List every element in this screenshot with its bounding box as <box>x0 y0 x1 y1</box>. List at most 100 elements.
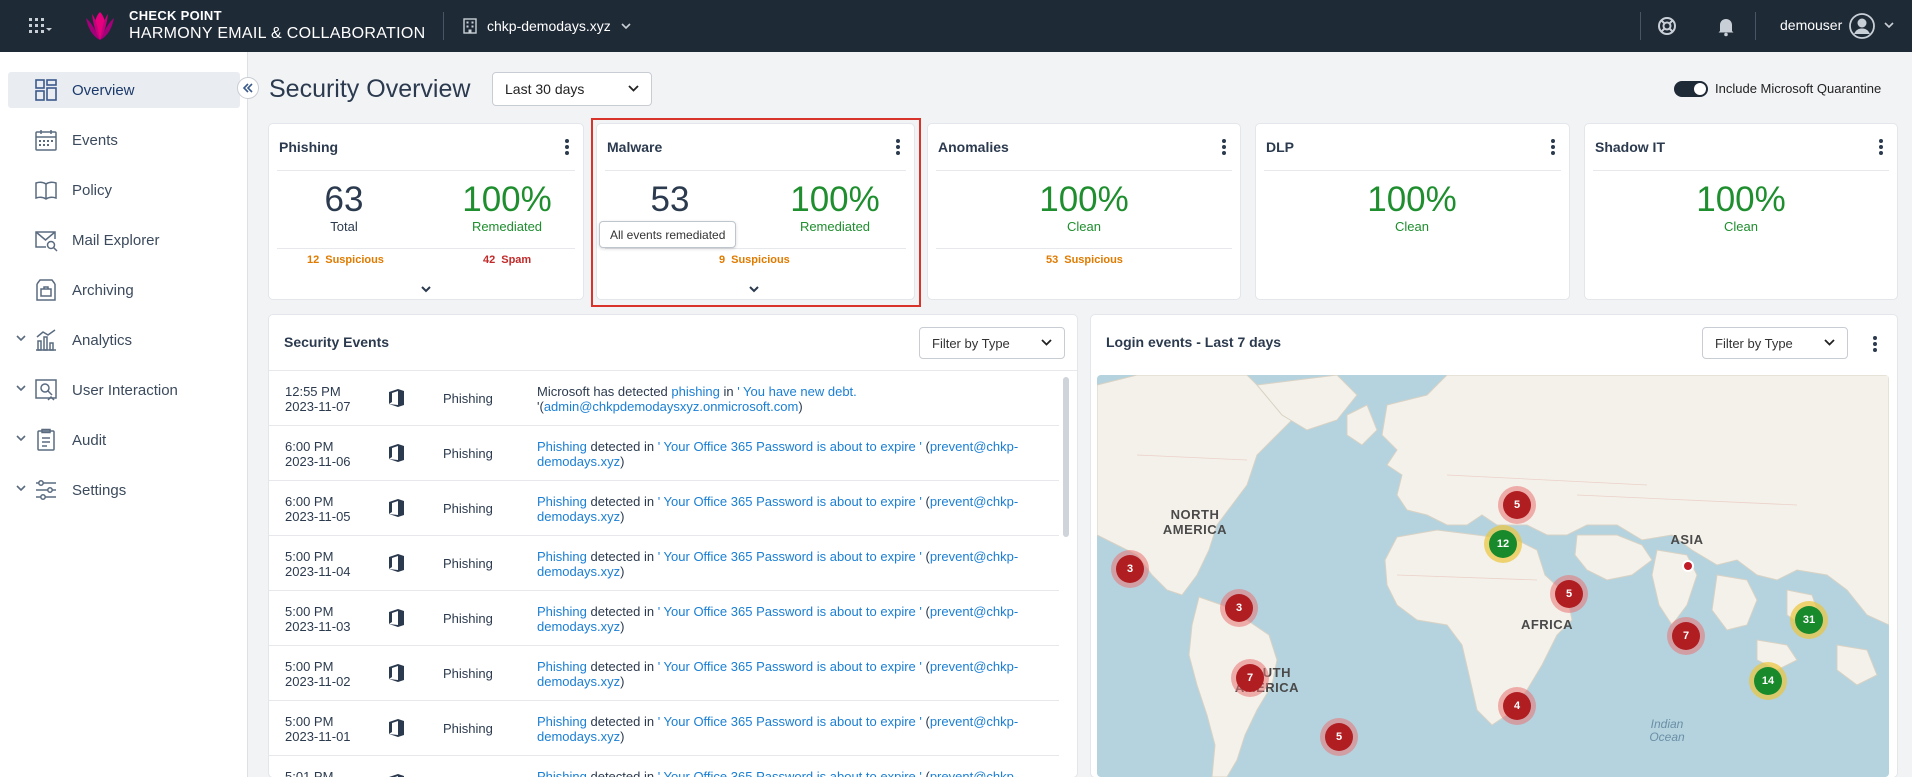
threat-link[interactable]: Phishing <box>537 494 587 509</box>
include-quarantine-toggle[interactable] <box>1674 81 1708 97</box>
event-time-value: 5:00 PM <box>285 659 334 674</box>
login-cluster[interactable]: 3 <box>1220 589 1258 627</box>
threat-link[interactable]: phishing <box>671 384 719 399</box>
desc-text: ( <box>921 494 930 509</box>
email-subject-link[interactable]: ' Your Office 365 Password is about to e… <box>658 714 922 729</box>
divider <box>605 170 906 171</box>
bell-icon[interactable] <box>1714 14 1738 38</box>
desc-text: detected in <box>586 714 658 729</box>
phishing-remediated: 100% <box>462 180 552 219</box>
sidebar-item-policy[interactable]: Policy <box>8 172 240 208</box>
table-row[interactable]: 5:00 PM 2023-11-01 Phishing Phishing detect… <box>269 701 1059 756</box>
login-location-marker[interactable] <box>1682 560 1694 572</box>
login-filter-select[interactable]: Filter by Type <box>1702 327 1848 359</box>
malware-total: 53 <box>650 180 690 219</box>
card-title: Shadow IT <box>1595 139 1665 155</box>
anomalies-suspicious[interactable]: 53 Suspicious <box>1046 254 1123 266</box>
event-time: 6:00 PM 2023-11-05 <box>285 494 351 524</box>
login-cluster[interactable]: 3 <box>1111 550 1149 588</box>
malware-card: Malware 53 100% Remediated 9 Suspicious <box>597 124 914 299</box>
help-lifebuoy-icon[interactable] <box>1655 14 1679 38</box>
world-map[interactable]: NORTHAMERICA SOUTHAMERICA AFRICA ASIA In… <box>1097 375 1889 777</box>
sidebar-item-user-interaction[interactable]: User Interaction <box>8 372 240 408</box>
chevron-down-icon[interactable] <box>1884 22 1894 28</box>
event-description: Phishing detected in ' Your Office 365 P… <box>537 494 1037 524</box>
login-cluster[interactable]: 14 <box>1749 662 1787 700</box>
threat-link[interactable]: Phishing <box>537 714 587 729</box>
email-subject-link[interactable]: ' You have new debt. <box>737 384 857 399</box>
threat-link[interactable]: Phishing <box>537 549 587 564</box>
login-cluster[interactable]: 5 <box>1320 718 1358 756</box>
sidebar-item-analytics[interactable]: Analytics <box>8 322 240 358</box>
threat-link[interactable]: Phishing <box>537 659 587 674</box>
table-row[interactable]: 5:00 PM 2023-11-02 Phishing Phishing detect… <box>269 646 1059 701</box>
table-row[interactable]: 5:01 PM PhishingPhishing detected in ' Yo… <box>269 756 1059 777</box>
event-type: Phishing <box>443 666 493 681</box>
event-time: 6:00 PM 2023-11-06 <box>285 439 351 469</box>
login-cluster[interactable]: 5 <box>1498 486 1536 524</box>
divider <box>277 248 575 249</box>
dlp-card: DLP 100% Clean <box>1256 124 1569 299</box>
shadow-it-card: Shadow IT 100% Clean <box>1585 124 1897 299</box>
more-options-icon[interactable] <box>1877 138 1885 156</box>
login-cluster[interactable]: 4 <box>1498 687 1536 725</box>
email-subject-link[interactable]: ' Your Office 365 Password is about to e… <box>658 494 922 509</box>
desc-text: ) <box>620 564 625 579</box>
event-time: 5:00 PM 2023-11-03 <box>285 604 351 634</box>
more-options-icon[interactable] <box>1549 138 1557 156</box>
malware-suspicious[interactable]: 9 Suspicious <box>719 254 790 266</box>
table-row[interactable]: 6:00 PM 2023-11-06 Phishing Phishing detect… <box>269 426 1059 481</box>
login-cluster[interactable]: 5 <box>1550 575 1588 613</box>
login-cluster[interactable]: 12 <box>1484 525 1522 563</box>
email-subject-link[interactable]: ' Your Office 365 Password is about to e… <box>658 439 922 454</box>
desc-text: detected in <box>586 769 658 777</box>
threat-link[interactable]: Phishing <box>537 439 587 454</box>
phishing-suspicious[interactable]: 12 Suspicious <box>307 254 384 266</box>
more-options-icon[interactable] <box>894 138 902 156</box>
cluster-count: 5 <box>1555 580 1583 608</box>
login-cluster[interactable]: 31 <box>1790 601 1828 639</box>
events-filter-select[interactable]: Filter by Type <box>919 327 1065 359</box>
email-subject-link[interactable]: ' Your Office 365 Password is about to e… <box>658 659 922 674</box>
map-label-indian-ocean: Indian Ocean <box>1649 717 1685 744</box>
events-scrollbar[interactable] <box>1063 377 1069 537</box>
phishing-spam[interactable]: 42 Spam <box>483 254 531 266</box>
recipient-link[interactable]: admin@chkpdemodaysxyz.onmicrosoft.com <box>544 399 799 414</box>
sidebar-item-label: Overview <box>72 81 135 99</box>
sidebar-item-overview[interactable]: Overview <box>8 72 240 108</box>
sidebar-item-audit[interactable]: Audit <box>8 422 240 458</box>
more-options-icon[interactable] <box>563 138 571 156</box>
table-row[interactable]: 5:00 PM 2023-11-03 Phishing Phishing detect… <box>269 591 1059 646</box>
table-row[interactable]: 5:00 PM 2023-11-04 Phishing Phishing detect… <box>269 536 1059 591</box>
threat-link[interactable]: Phishing <box>537 769 587 777</box>
sidebar-item-events[interactable]: Events <box>8 122 240 158</box>
chevron-down-icon[interactable] <box>421 286 431 293</box>
period-select[interactable]: Last 30 days <box>492 72 652 106</box>
email-subject-link[interactable]: ' Your Office 365 Password is about to e… <box>658 549 922 564</box>
table-row[interactable]: 6:00 PM 2023-11-05 Phishing Phishing detect… <box>269 481 1059 536</box>
chevron-down-icon[interactable] <box>749 286 759 293</box>
double-chevron-left-icon <box>242 83 253 93</box>
email-subject-link[interactable]: ' Your Office 365 Password is about to e… <box>658 604 922 619</box>
event-date-value: 2023-11-07 <box>285 399 351 414</box>
event-description: Phishing detected in ' Your Office 365 P… <box>537 604 1037 634</box>
sidebar-item-settings[interactable]: Settings <box>8 472 240 508</box>
sidebar-item-archiving[interactable]: Archiving <box>8 272 240 308</box>
collapse-sidebar-button[interactable] <box>237 77 259 99</box>
tenant-selector[interactable]: chkp-demodays.xyz <box>463 14 631 38</box>
user-name[interactable]: demouser <box>1780 17 1842 33</box>
sidebar-item-mail-explorer[interactable]: Mail Explorer <box>8 222 240 258</box>
threat-link[interactable]: Phishing <box>537 604 587 619</box>
avatar[interactable] <box>1849 13 1875 39</box>
app-launcher-icon[interactable] <box>28 16 52 36</box>
email-subject-link[interactable]: ' Your Office 365 Password is about to e… <box>658 769 922 777</box>
login-cluster[interactable]: 7 <box>1667 617 1705 655</box>
event-time: 5:01 PM <box>285 769 333 777</box>
login-cluster[interactable]: 7 <box>1231 659 1269 697</box>
table-row[interactable]: 12:55 PM 2023-11-07 Phishing Microsoft has … <box>269 371 1059 426</box>
more-options-icon[interactable] <box>1220 138 1228 156</box>
divider <box>1640 12 1641 40</box>
sidebar: Overview Events Policy Mail Explorer Arc… <box>0 52 248 777</box>
event-time-value: 6:00 PM <box>285 439 334 454</box>
more-options-icon[interactable] <box>1871 335 1879 353</box>
